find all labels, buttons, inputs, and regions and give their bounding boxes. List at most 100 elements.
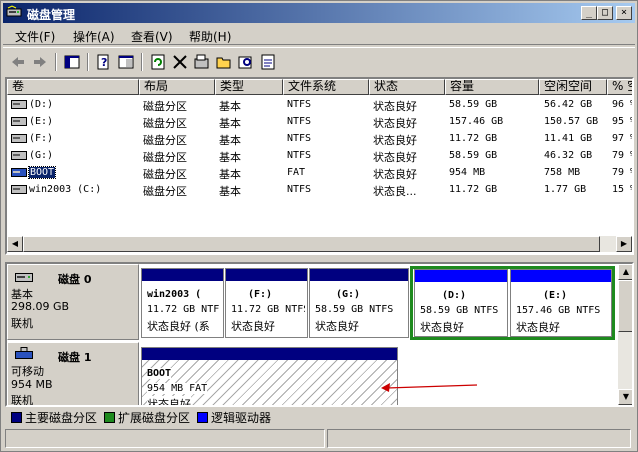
scroll-right-arrow-icon[interactable]: ▶ xyxy=(616,236,632,252)
disk-view-vertical-scrollbar[interactable]: ▲ ▼ xyxy=(618,264,632,405)
logical-drive-e[interactable]: (E:) 157.46 GB NTFS 状态良好 xyxy=(510,269,612,337)
disk-1-label[interactable]: 磁盘 1 可移动 954 MB 联机 xyxy=(7,342,139,407)
volume-name: (D:) xyxy=(29,99,54,110)
menu-view[interactable]: 查看(V) xyxy=(131,28,173,45)
table-row[interactable]: (E:) 磁盘分区 基本 NTFS 状态良好 157.46 GB 150.57 … xyxy=(7,113,632,130)
format-icon[interactable] xyxy=(259,53,277,71)
volume-status: 状态良好 xyxy=(373,117,417,130)
volume-capacity: 954 MB xyxy=(449,167,486,178)
volume-type: 基本 xyxy=(219,168,241,181)
menu-help[interactable]: 帮助(H) xyxy=(189,28,231,45)
new-volume-icon[interactable] xyxy=(193,53,211,71)
refresh-icon[interactable] xyxy=(149,53,167,71)
show-hide-tree-icon[interactable] xyxy=(63,53,81,71)
table-row[interactable]: win2003 (C:) 磁盘分区 基本 NTFS 状态良... 11.72 G… xyxy=(7,181,632,198)
column-header-free-space[interactable]: 空闲空间 xyxy=(539,79,607,95)
volume-list: 卷 布局 类型 文件系统 状态 容量 空闲空间 % 空 (D:) 磁盘分区 基本… xyxy=(5,77,634,255)
partition-name: (D:) xyxy=(442,290,467,301)
disk-title: 磁盘 1 xyxy=(58,351,92,364)
removable-disk-icon xyxy=(15,347,33,359)
volume-name: win2003 (C:) xyxy=(29,184,102,195)
disk-kind: 可移动 xyxy=(11,365,44,378)
partition-boot[interactable]: BOOT 954 MB FAT 状态良好 xyxy=(141,347,398,405)
disk-0-label[interactable]: 磁盘 0 基本 298.09 GB 联机 xyxy=(7,264,139,340)
partition-win2003[interactable]: win2003 ( 11.72 GB NTF 状态良好 (系 xyxy=(141,268,224,338)
volume-status: 状态良好 xyxy=(373,168,417,181)
drive-icon xyxy=(11,100,27,109)
disk-state: 联机 xyxy=(11,394,33,407)
partition-name: win2003 ( xyxy=(147,289,202,300)
volume-layout: 磁盘分区 xyxy=(143,100,187,113)
column-header-status[interactable]: 状态 xyxy=(369,79,445,95)
properties-icon[interactable]: ? xyxy=(95,53,113,71)
volume-status: 状态良... xyxy=(373,185,417,198)
partition-status: 状态良好 xyxy=(315,320,359,333)
drive-icon xyxy=(11,117,27,126)
disk-icon xyxy=(15,273,33,282)
scroll-thumb[interactable] xyxy=(23,236,600,252)
primary-partition-bar xyxy=(310,269,408,281)
delete-icon[interactable] xyxy=(171,53,189,71)
table-row[interactable]: (G:) 磁盘分区 基本 NTFS 状态良好 58.59 GB 46.32 GB… xyxy=(7,147,632,164)
partition-f[interactable]: (F:) 11.72 GB NTFS 状态良好 xyxy=(225,268,308,338)
extended-partition[interactable]: (D:) 58.59 GB NTFS 状态良好 (E:) 157.46 GB N… xyxy=(410,266,615,340)
logical-drive-bar xyxy=(511,270,611,282)
menu-action[interactable]: 操作(A) xyxy=(73,28,115,45)
volume-status: 状态良好 xyxy=(373,151,417,164)
toolbar-separator xyxy=(55,53,57,71)
drive-icon xyxy=(11,151,27,160)
toolbar-separator xyxy=(141,53,143,71)
legend-item-primary: 主要磁盘分区 xyxy=(11,409,97,426)
disk-graphical-view: 磁盘 0 基本 298.09 GB 联机 win2003 ( 11.72 GB … xyxy=(5,262,634,407)
column-header-volume[interactable]: 卷 xyxy=(7,79,139,95)
title-bar[interactable]: 磁盘管理 _ □ × xyxy=(3,3,635,23)
volume-capacity: 58.59 GB xyxy=(449,99,498,110)
disk-management-app-icon xyxy=(6,5,22,17)
scroll-left-arrow-icon[interactable]: ◀ xyxy=(7,236,23,252)
primary-partition-bar xyxy=(142,269,223,281)
volume-free-space: 56.42 GB xyxy=(544,99,593,110)
partition-detail: 11.72 GB NTF xyxy=(147,304,220,315)
partition-name: BOOT xyxy=(147,368,172,379)
partition-status: 状态良好 xyxy=(516,321,560,334)
partition-g[interactable]: (G:) 58.59 GB NTFS 状态良好 xyxy=(309,268,409,338)
table-row[interactable]: (D:) 磁盘分区 基本 NTFS 状态良好 58.59 GB 56.42 GB… xyxy=(7,96,632,113)
minimize-button[interactable]: _ xyxy=(581,6,597,20)
partition-detail: 11.72 GB NTFS xyxy=(231,304,305,315)
scroll-down-arrow-icon[interactable]: ▼ xyxy=(618,389,632,405)
disk-title: 磁盘 0 xyxy=(58,273,92,286)
pane-splitter[interactable] xyxy=(5,257,634,261)
scroll-up-arrow-icon[interactable]: ▲ xyxy=(618,264,632,280)
status-pane-main xyxy=(5,429,325,448)
help-icon[interactable] xyxy=(117,53,135,71)
status-bar xyxy=(5,429,634,449)
volume-layout: 磁盘分区 xyxy=(143,168,187,181)
volume-type: 基本 xyxy=(219,151,241,164)
volume-capacity: 58.59 GB xyxy=(449,150,498,161)
volume-status: 状态良好 xyxy=(373,100,417,113)
maximize-button[interactable]: □ xyxy=(597,6,613,20)
partition-detail: 157.46 GB NTFS xyxy=(516,305,601,316)
column-header-type[interactable]: 类型 xyxy=(215,79,283,95)
legend-label: 逻辑驱动器 xyxy=(211,411,272,425)
column-header-filesystem[interactable]: 文件系统 xyxy=(283,79,369,95)
volume-name: BOOT xyxy=(27,166,57,179)
close-button[interactable]: × xyxy=(616,6,632,20)
table-row[interactable]: (F:) 磁盘分区 基本 NTFS 状态良好 11.72 GB 11.41 GB… xyxy=(7,130,632,147)
open-folder-icon[interactable] xyxy=(215,53,233,71)
forward-arrow-icon[interactable] xyxy=(31,53,49,71)
explore-icon[interactable] xyxy=(237,53,255,71)
scroll-thumb[interactable] xyxy=(618,280,632,332)
logical-drive-d[interactable]: (D:) 58.59 GB NTFS 状态良好 xyxy=(414,269,508,337)
column-header-percent-free[interactable]: % 空 xyxy=(607,79,632,95)
column-header-capacity[interactable]: 容量 xyxy=(445,79,539,95)
column-header-layout[interactable]: 布局 xyxy=(139,79,215,95)
volume-name: (F:) xyxy=(29,133,54,144)
table-row[interactable]: BOOT 磁盘分区 基本 FAT 状态良好 954 MB 758 MB 79 % xyxy=(7,164,632,181)
back-arrow-icon[interactable] xyxy=(9,53,27,71)
volume-filesystem: NTFS xyxy=(287,150,312,161)
volume-list-horizontal-scrollbar[interactable]: ◀ ▶ xyxy=(7,236,632,252)
volume-free-space: 11.41 GB xyxy=(544,133,593,144)
extended-swatch xyxy=(104,412,115,423)
menu-file[interactable]: 文件(F) xyxy=(15,28,55,45)
